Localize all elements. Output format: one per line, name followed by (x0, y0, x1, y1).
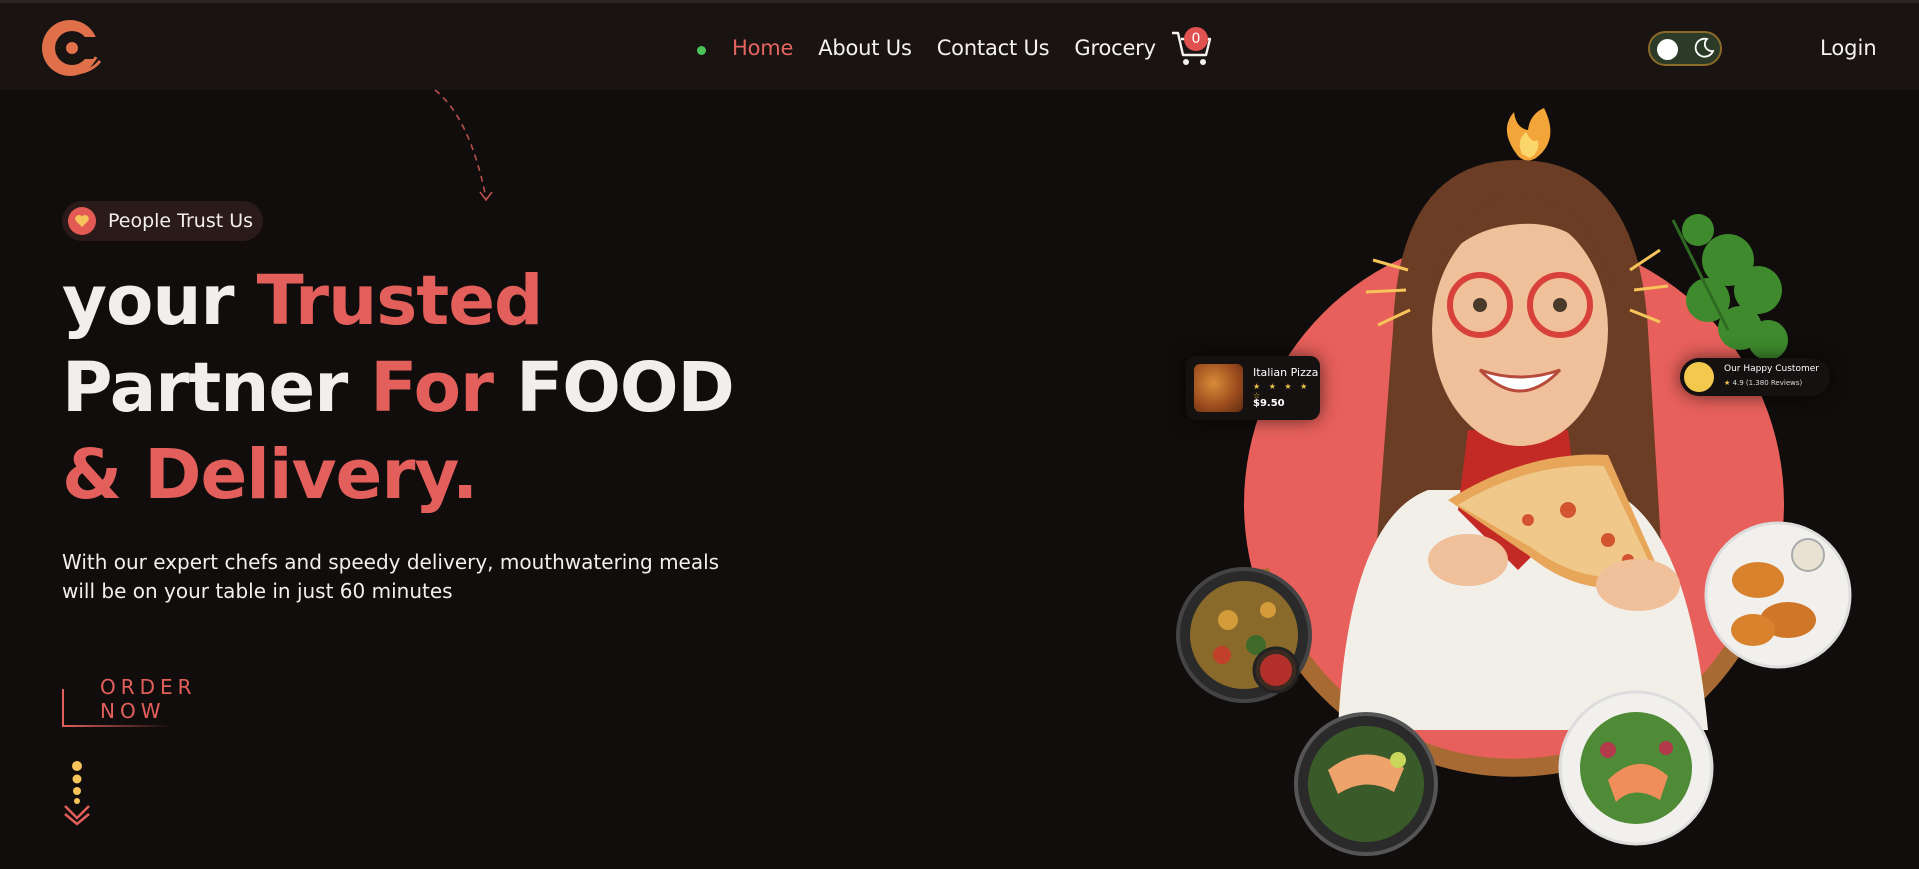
pizza-price: $9.50 (1253, 398, 1285, 409)
headline-accent-word: Trusted (256, 261, 544, 341)
headline-accent-word: For (370, 348, 494, 428)
cart-count-badge: 0 (1184, 27, 1208, 51)
active-indicator-dot (697, 45, 706, 55)
brand-logo-icon[interactable] (38, 15, 102, 81)
customer-card-title: Our Happy Customer (1724, 364, 1819, 374)
customer-avatar (1684, 362, 1714, 392)
woman-portrait (1338, 160, 1708, 730)
customer-review-count: (1.380 Reviews) (1745, 379, 1803, 387)
happy-customer-card: Our Happy Customer ★ 4.9 (1.380 Reviews) (1680, 358, 1830, 396)
theme-toggle[interactable] (1648, 31, 1722, 66)
hero-description: With our expert chefs and speedy deliver… (62, 550, 720, 603)
order-now-button[interactable]: ORDER NOW (62, 675, 262, 727)
headline-accent-word: & Delivery. (62, 435, 478, 515)
pizza-thumbnail (1194, 364, 1243, 412)
nav-link-about[interactable]: About Us (818, 36, 912, 60)
customer-rating: ★ 4.9 (1.380 Reviews) (1724, 379, 1802, 387)
order-now-label: ORDER NOW (100, 675, 197, 723)
food-plate-grilled-chicken (1704, 521, 1852, 669)
moon-icon (1694, 37, 1715, 58)
top-navbar: Home About Us Contact Us Grocery 0 Login (0, 0, 1919, 90)
trust-badge-label: People Trust Us (108, 210, 254, 232)
hero-illustration (1176, 108, 1852, 856)
scroll-down-icon[interactable] (62, 758, 92, 826)
trust-badge: People Trust Us (62, 201, 264, 241)
italian-pizza-card[interactable]: Italian Pizza ★ ★ ★ ★ ☆ $9.50 (1186, 356, 1320, 420)
headline-word: your (62, 261, 257, 341)
star-icon: ★ (1724, 379, 1731, 387)
food-plate-salmon-salad (1558, 690, 1714, 846)
login-link[interactable]: Login (1820, 36, 1877, 60)
food-plate-salmon-asparagus (1294, 712, 1438, 856)
nav-link-home[interactable]: Home (732, 36, 793, 60)
heart-icon (68, 207, 96, 235)
sun-icon (1657, 39, 1678, 60)
headline-word: FOOD (493, 348, 735, 428)
nav-link-grocery[interactable]: Grocery (1074, 36, 1156, 60)
dashed-arrow-icon (434, 89, 493, 202)
hero-headline: your Trusted Partner For FOOD & Delivery… (62, 258, 735, 519)
nav-link-contact[interactable]: Contact Us (937, 36, 1050, 60)
button-decoration (62, 725, 172, 727)
customer-rating-score: 4.9 (1732, 379, 1744, 387)
pizza-card-title: Italian Pizza (1253, 366, 1319, 379)
button-decoration (62, 689, 64, 727)
main-menu: Home About Us Contact Us Grocery (697, 3, 1181, 93)
headline-word: Partner (62, 348, 371, 428)
food-plate-chickpea-salad (1176, 567, 1312, 703)
flame-icon (1506, 108, 1551, 161)
